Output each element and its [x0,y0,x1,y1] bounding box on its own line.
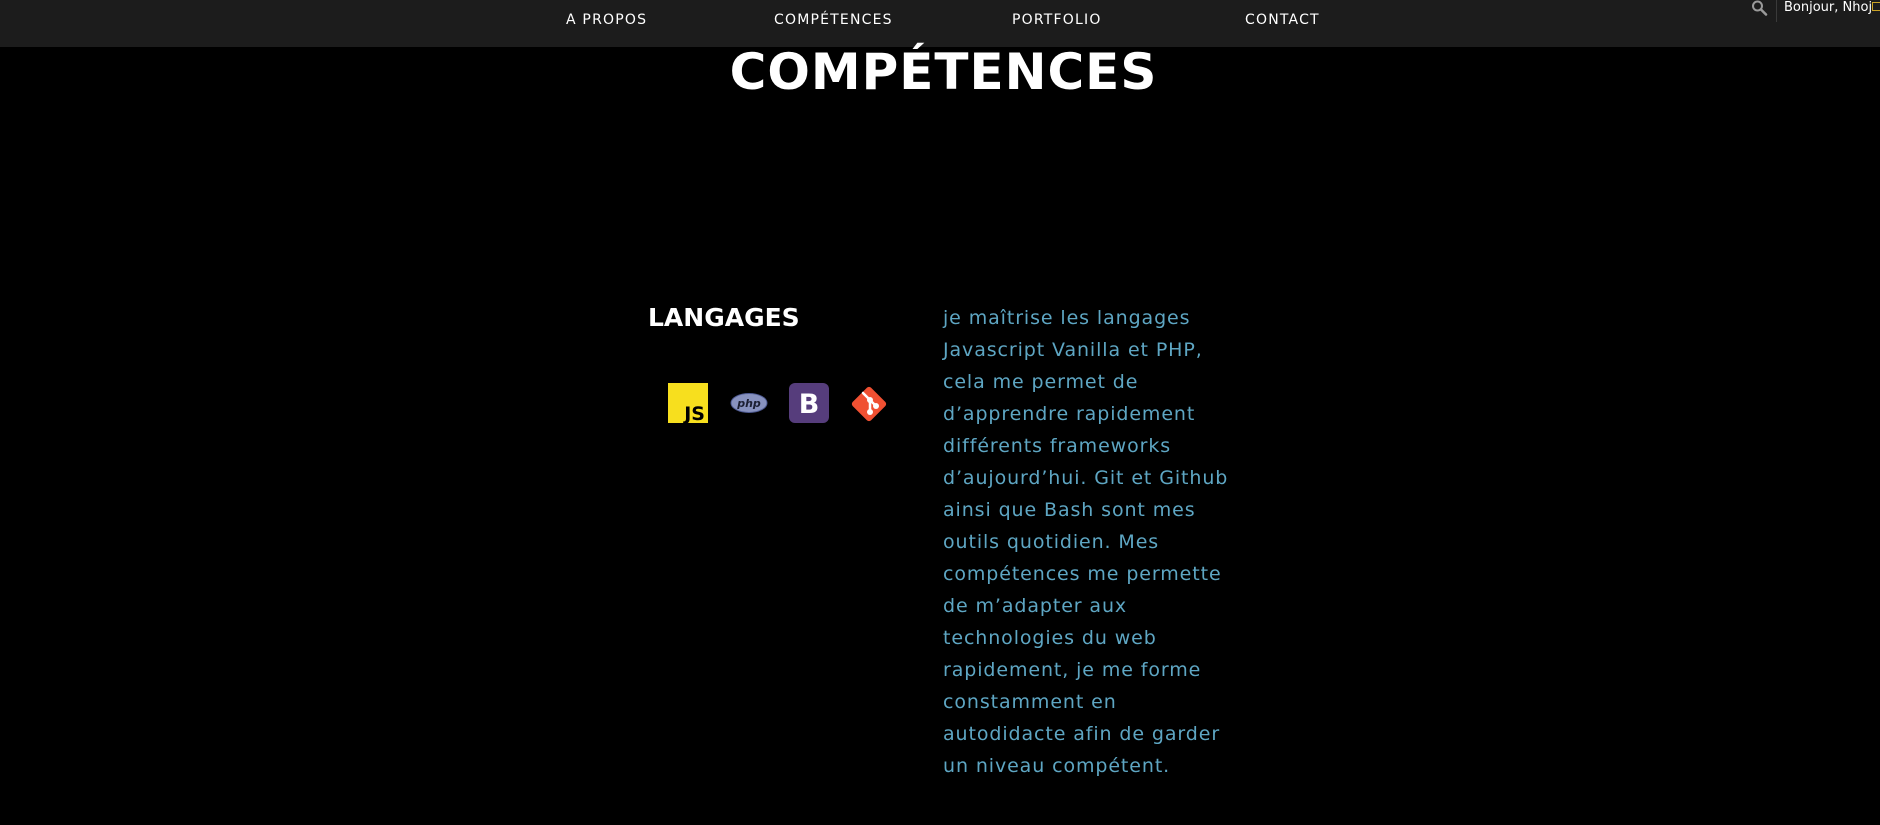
description-line: d’aujourd’hui. Git et Github [943,467,1229,489]
nav-link-contact[interactable]: CONTACT [1245,11,1320,29]
description-line: technologies du web [943,627,1157,649]
git-icon [848,383,888,423]
javascript-icon-label: JS [682,403,705,423]
description-line: rapidement, je me forme [943,659,1202,681]
javascript-icon: JS [668,383,708,423]
nav-link-a-propos[interactable]: A PROPOS [566,11,647,29]
description-line: Javascript Vanilla et PHP, [943,339,1203,361]
description-line: constamment en [943,691,1117,713]
description-line: je maîtrise les langages [943,307,1191,329]
section-heading-langages: LANGAGES [648,303,800,332]
user-greeting[interactable]: Bonjour, Nhoj [1784,0,1872,16]
description-line: cela me permet de [943,371,1139,393]
description-line: un niveau compétent. [943,755,1171,777]
description-line: différents frameworks [943,435,1172,457]
description-line: de m’adapter aux [943,595,1128,617]
bootstrap-icon: B [789,383,829,423]
toolbar-divider [1776,0,1777,22]
php-icon: php [729,383,769,423]
description-line: outils quotidien. Mes [943,531,1160,553]
description-line: ainsi que Bash sont mes [943,499,1196,521]
skills-description: je maîtrise les langages Javascript Vani… [943,302,1243,782]
bootstrap-icon-label: B [799,389,820,420]
description-line: compétences me permette [943,563,1222,585]
description-line: d’apprendre rapidement [943,403,1196,425]
nav-link-competences[interactable]: COMPÉTENCES [774,11,893,29]
search-icon[interactable] [1751,0,1769,16]
notification-icon[interactable] [1872,2,1880,11]
page-title: COMPÉTENCES [729,43,1158,101]
nav-link-portfolio[interactable]: PORTFOLIO [1012,11,1102,29]
php-icon-label: php [736,397,761,410]
description-line: autodidacte afin de garder [943,723,1221,745]
